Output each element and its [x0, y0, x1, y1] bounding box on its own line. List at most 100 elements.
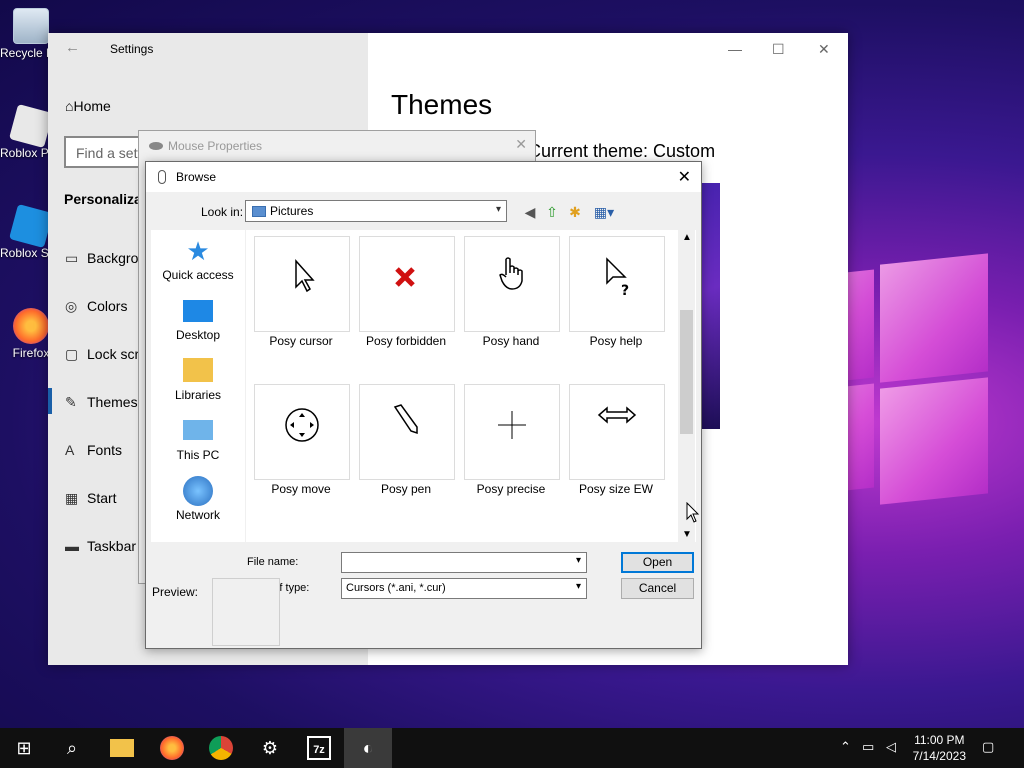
- 7zip-icon[interactable]: 7z: [307, 736, 331, 760]
- file-tile-posy-pen[interactable]: [359, 384, 455, 480]
- chrome-icon[interactable]: [209, 736, 233, 760]
- move-cursor-icon: [285, 408, 319, 442]
- place-network[interactable]: Network: [151, 476, 245, 522]
- start-icon: ▦: [65, 490, 79, 506]
- file-name: Posy size EW: [578, 482, 653, 496]
- file-tile-posy-cursor[interactable]: [254, 236, 350, 332]
- up-folder-icon[interactable]: ⇧: [543, 203, 561, 221]
- volume-muted-icon[interactable]: ◁: [886, 739, 896, 755]
- firefox-icon[interactable]: [160, 736, 184, 760]
- nav-label: Colors: [87, 298, 128, 314]
- new-folder-icon[interactable]: ✱: [566, 203, 584, 221]
- close-icon[interactable]: ✕: [515, 136, 527, 153]
- file-tile-posy-hand[interactable]: [464, 236, 560, 332]
- maximize-icon[interactable]: ☐: [772, 41, 785, 58]
- place-quick-access[interactable]: ★ Quick access: [151, 236, 245, 282]
- firefox-icon: [13, 308, 49, 344]
- forbidden-cursor-icon: [395, 267, 415, 287]
- nav-item-start[interactable]: ▦ Start: [65, 490, 117, 507]
- star-icon: ★: [186, 236, 210, 266]
- places-bar: ★ Quick access Desktop Libraries This PC…: [151, 230, 245, 542]
- hand-cursor-icon: [499, 257, 523, 290]
- file-list-scrollbar[interactable]: ▲ ▼: [678, 230, 695, 542]
- monitor-icon: ▢: [65, 346, 79, 362]
- dialog-title: Mouse Properties: [168, 139, 263, 153]
- mouse-icon: [158, 170, 166, 184]
- file-name: Posy forbidden: [365, 334, 447, 348]
- nav-home-label: Home: [73, 98, 111, 114]
- clock-date: 7/14/2023: [912, 749, 966, 763]
- view-menu-icon[interactable]: ▦▾: [591, 203, 617, 221]
- nav-label: Themes: [87, 394, 138, 410]
- file-name: Posy cursor: [269, 334, 333, 348]
- close-icon[interactable]: ✕: [678, 167, 691, 187]
- place-label: This PC: [176, 448, 220, 462]
- scrollbar-thumb[interactable]: [680, 310, 693, 434]
- nav-home[interactable]: ⌂Home: [65, 98, 111, 114]
- scroll-up-icon[interactable]: ▲: [682, 232, 692, 243]
- open-button[interactable]: Open: [621, 552, 694, 573]
- mouse-icon: [149, 142, 163, 150]
- clock[interactable]: 11:00 PM 7/14/2023: [913, 732, 966, 764]
- file-name: Posy hand: [482, 334, 540, 348]
- close-icon[interactable]: ✕: [818, 41, 830, 58]
- page-title: Themes: [391, 89, 493, 120]
- nav-item-taskbar[interactable]: ▬ Taskbar: [65, 538, 136, 554]
- back-arrow-icon[interactable]: ←: [65, 39, 80, 56]
- scroll-down-icon[interactable]: ▼: [682, 529, 692, 540]
- font-icon: A: [65, 442, 75, 458]
- arrow-cursor-icon: [295, 259, 315, 293]
- file-tile-posy-precise[interactable]: [464, 384, 560, 480]
- chevron-up-icon[interactable]: ⌃: [840, 739, 851, 755]
- file-tile-posy-move[interactable]: [254, 384, 350, 480]
- cancel-button[interactable]: Cancel: [621, 578, 694, 599]
- notifications-icon[interactable]: ▢: [982, 739, 994, 755]
- nav-label: Fonts: [87, 442, 123, 458]
- desktop-icon: [183, 300, 213, 322]
- look-in-dropdown[interactable]: Pictures ▾: [245, 200, 507, 222]
- svg-text:?: ?: [621, 283, 629, 295]
- browse-titlebar: Browse ✕: [146, 162, 701, 192]
- place-this-pc[interactable]: This PC: [151, 416, 245, 462]
- file-name: Posy precise: [476, 482, 546, 496]
- place-label: Network: [175, 508, 220, 522]
- brush-icon: ✎: [65, 394, 77, 410]
- picture-icon: ▭: [65, 250, 79, 266]
- place-desktop[interactable]: Desktop: [151, 296, 245, 342]
- preview-label: Preview:: [152, 585, 199, 599]
- chevron-down-icon: ▾: [575, 555, 581, 566]
- nav-item-colors[interactable]: ◎ Colors: [65, 298, 127, 315]
- file-name-label: File name:: [247, 556, 299, 568]
- nav-item-fonts[interactable]: A Fonts: [65, 442, 122, 458]
- minimize-icon[interactable]: —: [728, 41, 742, 57]
- file-explorer-icon[interactable]: [110, 739, 134, 757]
- help-cursor-icon: ?: [606, 257, 629, 299]
- file-tile-posy-help[interactable]: ?: [569, 236, 665, 332]
- file-tile-posy-forbidden[interactable]: [359, 236, 455, 332]
- precise-cursor-icon: [498, 411, 526, 439]
- chevron-down-icon: ▾: [495, 204, 501, 215]
- look-in-label: Look in:: [201, 205, 244, 219]
- nav-item-themes[interactable]: ✎ Themes: [65, 394, 138, 411]
- place-libraries[interactable]: Libraries: [151, 356, 245, 402]
- file-name-field[interactable]: ▾: [341, 552, 587, 573]
- file-list: Posy cursor Posy forbidden Posy hand ? P…: [246, 230, 696, 542]
- file-name: Posy help: [589, 334, 643, 348]
- search-icon[interactable]: ⌕: [60, 736, 84, 760]
- start-icon[interactable]: ⊞: [12, 736, 36, 760]
- network-icon: [183, 476, 213, 506]
- computer-icon: [183, 420, 213, 440]
- settings-gear-icon[interactable]: ⚙: [258, 736, 282, 760]
- settings-titlebar: ← Settings — ☐ ✕: [48, 33, 848, 65]
- look-in-value: Pictures: [270, 204, 314, 218]
- chevron-down-icon: ▾: [575, 581, 581, 592]
- roblox-player-icon: [8, 103, 54, 149]
- files-of-type-dropdown[interactable]: Cursors (*.ani, *.cur) ▾: [341, 578, 587, 599]
- size-ew-cursor-icon: [597, 406, 637, 424]
- back-icon[interactable]: ◀: [521, 203, 539, 221]
- browse-dialog: Browse ✕ Look in: Pictures ▾ ◀ ⇧ ✱ ▦▾ ★ …: [145, 161, 702, 649]
- pen-cursor-icon: [393, 404, 418, 435]
- network-status-icon[interactable]: ▭: [862, 739, 874, 755]
- file-tile-posy-size-ew[interactable]: [569, 384, 665, 480]
- mouse-properties-icon[interactable]: ◐: [356, 736, 380, 760]
